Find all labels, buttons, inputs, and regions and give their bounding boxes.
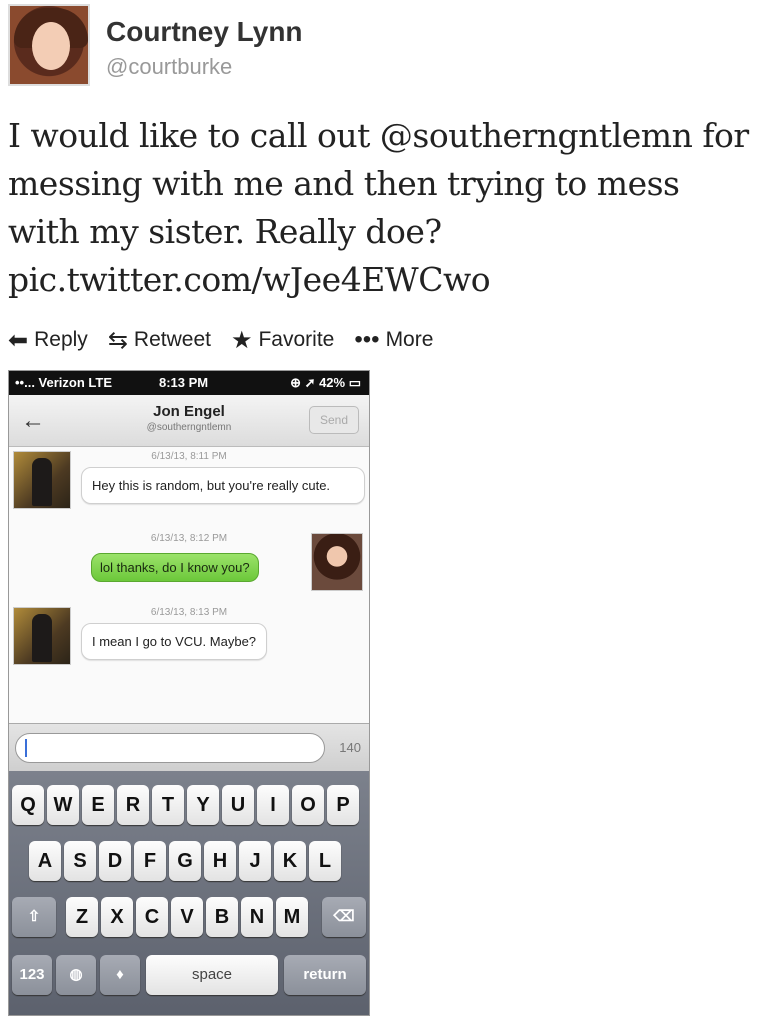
sender-avatar <box>13 451 71 509</box>
shift-icon: ⇧ <box>27 908 41 925</box>
key-z[interactable]: Z <box>66 897 98 937</box>
key-o[interactable]: O <box>292 785 324 825</box>
avatar-face <box>32 22 70 70</box>
key-e[interactable]: E <box>82 785 114 825</box>
retweet-icon: ⇆ <box>107 326 128 354</box>
more-dots-icon: ••• <box>354 326 380 353</box>
retweet-button[interactable]: ⇆ Retweet <box>108 326 211 355</box>
key-x[interactable]: X <box>101 897 133 937</box>
globe-icon: ◍ <box>69 966 83 983</box>
more-label: More <box>385 328 434 351</box>
user-handle[interactable]: @courtburke <box>106 54 232 80</box>
shift-key[interactable]: ⇧ <box>12 897 56 937</box>
recipient-avatar <box>311 533 363 591</box>
battery-indicator: ⊕ ➚ 42% ▭ <box>290 375 361 390</box>
reply-button[interactable]: ⬅ Reply <box>8 326 88 355</box>
carrier-label: ••... Verizon LTE <box>15 375 112 390</box>
message-bubble-incoming: Hey this is random, but you're really cu… <box>81 467 365 504</box>
text-caret <box>25 739 27 757</box>
key-a[interactable]: A <box>29 841 61 881</box>
user-name[interactable]: Courtney Lynn <box>106 16 303 48</box>
space-key[interactable]: space <box>146 955 278 995</box>
tweet-actions: ⬅ Reply ⇆ Retweet ★ Favorite ••• More <box>8 324 453 356</box>
numbers-key[interactable]: 123 <box>12 955 52 995</box>
sender-avatar <box>13 607 71 665</box>
key-t[interactable]: T <box>152 785 184 825</box>
return-key[interactable]: return <box>284 955 366 995</box>
more-button[interactable]: ••• More <box>354 326 433 354</box>
message-bubble-incoming: I mean I go to VCU. Maybe? <box>81 623 268 660</box>
compose-bar: 140 <box>9 723 369 771</box>
reply-icon: ⬅ <box>8 326 29 354</box>
key-q[interactable]: Q <box>12 785 44 825</box>
key-m[interactable]: M <box>276 897 308 937</box>
status-bar: ••... Verizon LTE 8:13 PM ⊕ ➚ 42% ▭ <box>9 371 369 395</box>
key-d[interactable]: D <box>99 841 131 881</box>
key-p[interactable]: P <box>327 785 359 825</box>
retweet-label: Retweet <box>133 328 211 351</box>
message-input[interactable] <box>15 733 325 763</box>
reply-label: Reply <box>34 328 88 351</box>
clock: 8:13 PM <box>159 375 209 390</box>
delete-key[interactable]: ⌫ <box>322 897 366 937</box>
send-button[interactable]: Send <box>309 406 359 434</box>
tweet-text: I would like to call out @southerngntlem… <box>8 116 749 299</box>
key-r[interactable]: R <box>117 785 149 825</box>
favorite-button[interactable]: ★ Favorite <box>231 326 334 355</box>
key-s[interactable]: S <box>64 841 96 881</box>
key-b[interactable]: B <box>206 897 238 937</box>
message-bubble-outgoing: lol thanks, do I know you? <box>91 553 259 582</box>
key-n[interactable]: N <box>241 897 273 937</box>
key-u[interactable]: U <box>222 785 254 825</box>
favorite-label: Favorite <box>258 328 335 351</box>
key-v[interactable]: V <box>171 897 203 937</box>
conversation-header: ← Jon Engel @southerngntlemn Send <box>9 395 369 447</box>
backspace-icon: ⌫ <box>333 908 355 925</box>
key-i[interactable]: I <box>257 785 289 825</box>
key-h[interactable]: H <box>204 841 236 881</box>
message-thread: 6/13/13, 8:11 PM Hey this is random, but… <box>9 447 369 723</box>
attached-screenshot[interactable]: ••... Verizon LTE 8:13 PM ⊕ ➚ 42% ▭ ← Jo… <box>8 370 370 1016</box>
key-g[interactable]: G <box>169 841 201 881</box>
globe-key[interactable]: ◍ <box>56 955 96 995</box>
microphone-icon: ♦ <box>116 966 124 983</box>
dictation-key[interactable]: ♦ <box>100 955 140 995</box>
key-c[interactable]: C <box>136 897 168 937</box>
key-f[interactable]: F <box>134 841 166 881</box>
character-count: 140 <box>339 740 361 755</box>
key-w[interactable]: W <box>47 785 79 825</box>
key-j[interactable]: J <box>239 841 271 881</box>
key-y[interactable]: Y <box>187 785 219 825</box>
key-k[interactable]: K <box>274 841 306 881</box>
star-icon: ★ <box>230 326 253 354</box>
key-l[interactable]: L <box>309 841 341 881</box>
on-screen-keyboard: Q W E R T Y U I O P A S D F G H J K L ⇧ … <box>9 771 369 1015</box>
avatar[interactable] <box>8 4 90 86</box>
